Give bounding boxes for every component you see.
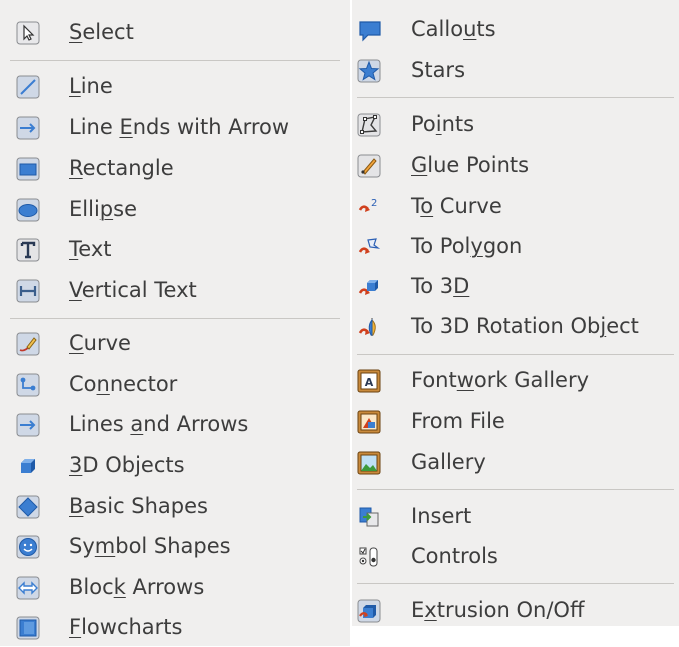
menu-item-connector[interactable]: Connector bbox=[0, 364, 350, 404]
gallery-icon bbox=[357, 451, 381, 475]
menu-item-label: Extrusion On/Off bbox=[411, 598, 585, 622]
menu-item-to-curve[interactable]: 2 To Curve bbox=[352, 186, 679, 226]
arrow-right-icon bbox=[16, 116, 40, 140]
menu-item-flowcharts[interactable]: Flowcharts bbox=[0, 607, 350, 647]
menu-item-block-arrows[interactable]: Block Arrows bbox=[0, 567, 350, 607]
menu-item-label: Lines and Arrows bbox=[69, 412, 249, 436]
menu-item-label: Connector bbox=[69, 372, 178, 396]
menu-item-label: Curve bbox=[69, 331, 131, 355]
menu-item-label: 3D Objects bbox=[69, 453, 185, 477]
menu-item-line-ends-with-arrow[interactable]: Line Ends with Arrow bbox=[0, 107, 350, 147]
menu-item-label: To 3D Rotation Object bbox=[411, 314, 639, 338]
to-3d-rotation-icon bbox=[357, 315, 381, 339]
menu-item-stars[interactable]: Stars bbox=[352, 50, 679, 90]
menu-item-label: To 3D bbox=[411, 274, 470, 298]
insert-icon bbox=[357, 505, 381, 529]
curve-icon bbox=[16, 332, 40, 356]
menu-item-to-3d[interactable]: To 3D bbox=[352, 266, 679, 306]
menu-item-label: Rectangle bbox=[69, 156, 174, 180]
diamond-icon bbox=[16, 495, 40, 519]
menu-item-text[interactable]: Text bbox=[0, 229, 350, 269]
left-menu-panel: Select Line Line Ends with Arrow Rectang… bbox=[0, 0, 350, 646]
menu-item-3d-objects[interactable]: 3D Objects bbox=[0, 445, 350, 485]
menu-item-label: Vertical Text bbox=[69, 278, 197, 302]
menu-item-curve[interactable]: Curve bbox=[0, 323, 350, 363]
star-icon bbox=[357, 59, 381, 83]
menu-item-label: From File bbox=[411, 409, 505, 433]
menu-item-label: Controls bbox=[411, 544, 498, 568]
extrusion-icon bbox=[357, 599, 381, 623]
glue-points-icon bbox=[357, 154, 381, 178]
menu-item-points[interactable]: Points bbox=[352, 104, 679, 144]
ellipse-icon bbox=[16, 198, 40, 222]
menu-item-label: To Curve bbox=[411, 194, 502, 218]
block-arrows-icon bbox=[16, 576, 40, 600]
menu-item-ellipse[interactable]: Ellipse bbox=[0, 189, 350, 229]
menu-item-gallery[interactable]: Gallery bbox=[352, 442, 679, 482]
menu-item-label: Stars bbox=[411, 58, 466, 82]
fontwork-icon: A bbox=[357, 369, 381, 393]
right-menu-panel: Callouts Stars Points Glue Points 2 To C… bbox=[352, 0, 679, 626]
cube-icon bbox=[16, 454, 40, 478]
menu-item-insert[interactable]: Insert bbox=[352, 496, 679, 536]
from-file-icon bbox=[357, 410, 381, 434]
menu-item-label: Callouts bbox=[411, 17, 496, 41]
menu-item-fontwork-gallery[interactable]: A Fontwork Gallery bbox=[352, 360, 679, 400]
flowchart-icon bbox=[16, 616, 40, 640]
separator bbox=[10, 60, 340, 61]
menu-item-to-3d-rotation-object[interactable]: To 3D Rotation Object bbox=[352, 306, 679, 346]
svg-text:2: 2 bbox=[371, 198, 377, 209]
separator bbox=[357, 97, 674, 98]
vertical-text-icon bbox=[16, 279, 40, 303]
menu-item-to-polygon[interactable]: To Polygon bbox=[352, 226, 679, 266]
to-polygon-icon bbox=[357, 235, 381, 259]
menu-item-symbol-shapes[interactable]: Symbol Shapes bbox=[0, 526, 350, 566]
menu-item-from-file[interactable]: From File bbox=[352, 401, 679, 441]
menu-item-label: Insert bbox=[411, 504, 472, 528]
menu-item-rectangle[interactable]: Rectangle bbox=[0, 148, 350, 188]
menu-item-vertical-text[interactable]: Vertical Text bbox=[0, 270, 350, 310]
menu-item-basic-shapes[interactable]: Basic Shapes bbox=[0, 486, 350, 526]
lines-arrows-icon bbox=[16, 413, 40, 437]
to-curve-icon: 2 bbox=[357, 195, 381, 219]
menu-item-select[interactable]: Select bbox=[0, 12, 350, 52]
smiley-icon bbox=[16, 535, 40, 559]
text-icon bbox=[16, 238, 40, 262]
separator bbox=[357, 489, 674, 490]
menu-item-label: Symbol Shapes bbox=[69, 534, 231, 558]
menu-item-label: Line Ends with Arrow bbox=[69, 115, 290, 139]
menu-item-label: Text bbox=[69, 237, 112, 261]
select-pointer-icon bbox=[16, 21, 40, 45]
menu-item-label: Block Arrows bbox=[69, 575, 205, 599]
separator bbox=[357, 583, 674, 584]
menu-item-label: Line bbox=[69, 74, 113, 98]
connector-icon bbox=[16, 373, 40, 397]
menu-item-label: Glue Points bbox=[411, 153, 530, 177]
menu-item-line[interactable]: Line bbox=[0, 66, 350, 106]
menu-item-controls[interactable]: Controls bbox=[352, 536, 679, 576]
rectangle-icon bbox=[16, 157, 40, 181]
menu-item-label: Ellipse bbox=[69, 197, 137, 221]
separator bbox=[357, 354, 674, 355]
callout-icon bbox=[357, 18, 381, 42]
menu-item-label: Basic Shapes bbox=[69, 494, 208, 518]
svg-text:A: A bbox=[365, 376, 374, 389]
menu-item-label: Flowcharts bbox=[69, 615, 183, 639]
menu-item-glue-points[interactable]: Glue Points bbox=[352, 145, 679, 185]
points-icon bbox=[357, 113, 381, 137]
separator bbox=[10, 318, 340, 319]
menu-item-label: Points bbox=[411, 112, 475, 136]
controls-icon bbox=[357, 545, 381, 569]
menu-item-extrusion-on-off[interactable]: Extrusion On/Off bbox=[352, 590, 679, 630]
to-3d-icon bbox=[357, 275, 381, 299]
menu-item-label: Gallery bbox=[411, 450, 486, 474]
menu-item-label: Select bbox=[69, 20, 134, 44]
menu-item-callouts[interactable]: Callouts bbox=[352, 9, 679, 49]
menu-item-label: Fontwork Gallery bbox=[411, 368, 590, 392]
menu-item-lines-and-arrows[interactable]: Lines and Arrows bbox=[0, 404, 350, 444]
menu-item-label: To Polygon bbox=[411, 234, 523, 258]
line-icon bbox=[16, 75, 40, 99]
